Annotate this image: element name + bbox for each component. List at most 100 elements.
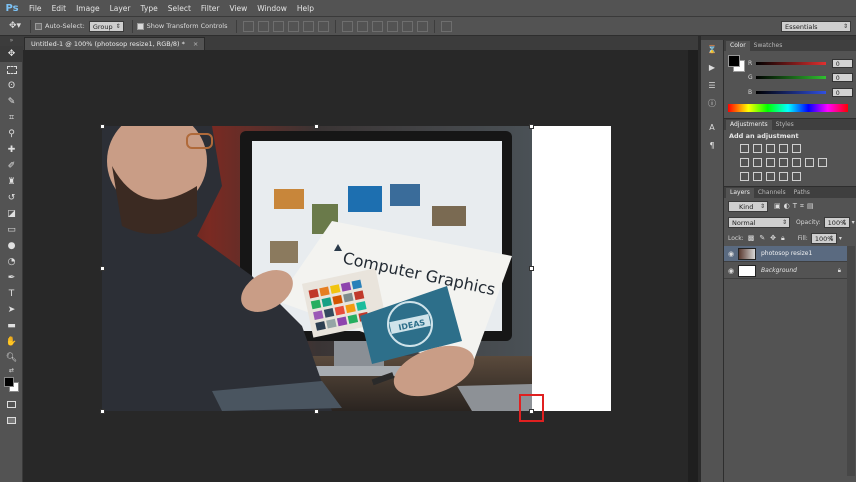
layers-scroll-track[interactable] [847, 246, 855, 476]
blue-slider[interactable] [755, 91, 826, 94]
color-balance-icon[interactable] [753, 158, 762, 167]
green-value-field[interactable]: 0 [831, 73, 853, 82]
tab-paths[interactable]: Paths [790, 188, 814, 198]
auto-select-dropdown[interactable]: Group [88, 20, 124, 32]
healing-brush-tool-icon[interactable]: ✚ [0, 142, 23, 158]
blue-value-field[interactable]: 0 [831, 88, 853, 97]
levels-icon[interactable] [753, 144, 762, 153]
distribute-top-icon[interactable] [341, 20, 353, 32]
layer-visibility-eye-icon[interactable]: ◉ [724, 250, 738, 258]
blur-tool-icon[interactable]: ● [0, 238, 23, 254]
hand-tool-icon[interactable]: ✋ [0, 334, 23, 350]
tab-styles[interactable]: Styles [772, 120, 798, 130]
vertical-scrollbar[interactable] [688, 50, 698, 482]
crop-tool-icon[interactable]: ⌗ [0, 110, 23, 126]
brightness-contrast-icon[interactable] [740, 144, 749, 153]
align-vcenter-icon[interactable] [257, 20, 269, 32]
blend-mode-dropdown[interactable]: Normal [728, 217, 790, 228]
paragraph-panel-icon[interactable]: ¶ [701, 136, 723, 154]
color-swatches[interactable] [0, 374, 23, 396]
show-transform-checkbox[interactable] [136, 22, 144, 30]
lasso-tool-icon[interactable]: ʘ [0, 78, 23, 94]
zoom-tool-icon[interactable]: 🔍︎ [0, 350, 23, 366]
opacity-dropdown-icon[interactable]: ▾ [852, 219, 855, 226]
align-top-icon[interactable] [242, 20, 254, 32]
actions-panel-icon[interactable]: ▶ [701, 58, 723, 76]
character-panel-icon[interactable]: A [701, 118, 723, 136]
menu-help[interactable]: Help [292, 0, 319, 17]
tab-adjustments[interactable]: Adjustments [726, 120, 772, 130]
eraser-tool-icon[interactable]: ◪ [0, 206, 23, 222]
fill-field[interactable]: 100% [810, 233, 837, 244]
transform-handle-tl[interactable] [100, 124, 105, 129]
align-right-icon[interactable] [317, 20, 329, 32]
transform-handle-ml[interactable] [100, 266, 105, 271]
menu-file[interactable]: File [24, 0, 47, 17]
eyedropper-tool-icon[interactable]: ⚲ [0, 126, 23, 142]
green-slider[interactable] [755, 76, 826, 79]
tab-channels[interactable]: Channels [754, 188, 790, 198]
panel-fg-color-swatch[interactable] [728, 55, 740, 67]
curves-icon[interactable] [766, 144, 775, 153]
threshold-icon[interactable] [766, 172, 775, 181]
close-tab-icon[interactable]: × [193, 38, 198, 50]
move-tool-icon[interactable]: ✥ [0, 46, 23, 62]
layer-row-photo[interactable]: ◉ photosop resize1 [724, 246, 847, 262]
canvas-white-area[interactable] [532, 126, 611, 411]
menu-layer[interactable]: Layer [105, 0, 136, 17]
menu-select[interactable]: Select [163, 0, 196, 17]
photo-filter-icon[interactable] [779, 158, 788, 167]
history-brush-tool-icon[interactable]: ↺ [0, 190, 23, 206]
mixer-grid-icon[interactable] [818, 158, 827, 167]
info-panel-icon[interactable]: ⓘ [701, 94, 723, 112]
tab-swatches[interactable]: Swatches [750, 41, 787, 51]
distribute-bottom-icon[interactable] [371, 20, 383, 32]
marquee-tool-icon[interactable] [0, 62, 23, 78]
document-tab[interactable]: Untitled-1 @ 100% (photosop resize1, RGB… [24, 37, 206, 50]
brush-tool-icon[interactable]: ✐ [0, 158, 23, 174]
move-tool-preset-icon[interactable]: ✥▾ [4, 21, 26, 31]
dodge-tool-icon[interactable]: ◔ [0, 254, 23, 270]
swap-colors-icon[interactable]: ⇄ [0, 366, 23, 374]
tab-color[interactable]: Color [726, 41, 750, 51]
path-select-tool-icon[interactable]: ➤ [0, 302, 23, 318]
align-bottom-icon[interactable] [272, 20, 284, 32]
align-left-icon[interactable] [287, 20, 299, 32]
canvas-photo[interactable]: IDEAS Computer Graphics [102, 126, 532, 411]
pen-tool-icon[interactable]: ✒ [0, 270, 23, 286]
transform-handle-bm[interactable] [314, 409, 319, 414]
tab-layers[interactable]: Layers [726, 188, 754, 198]
foreground-color-swatch[interactable] [4, 377, 14, 387]
posterize-icon[interactable] [753, 172, 762, 181]
transform-handle-tm[interactable] [314, 124, 319, 129]
color-lookup-icon[interactable] [805, 158, 814, 167]
layer-filter-dropdown[interactable]: Kind [728, 201, 768, 212]
fill-dropdown-icon[interactable]: ▾ [839, 235, 842, 242]
workspace-switcher[interactable]: Essentials [781, 21, 851, 32]
shape-tool-icon[interactable]: ▬ [0, 318, 23, 334]
black-white-icon[interactable] [766, 158, 775, 167]
auto-select-checkbox[interactable] [35, 22, 42, 30]
menu-view[interactable]: View [224, 0, 252, 17]
distribute-hcenter-icon[interactable] [401, 20, 413, 32]
vibrance-icon[interactable] [792, 144, 801, 153]
layer-row-background[interactable]: ◉ Background 🔒︎ [724, 263, 847, 279]
channel-mixer-icon[interactable] [792, 158, 801, 167]
properties-panel-icon[interactable]: ☰ [701, 76, 723, 94]
gradient-tool-icon[interactable]: ▭ [0, 222, 23, 238]
exposure-icon[interactable] [779, 144, 788, 153]
screen-mode-icon[interactable] [0, 412, 23, 428]
menu-edit[interactable]: Edit [47, 0, 72, 17]
filter-icons[interactable]: ▣◐T⌗▤ [774, 202, 817, 211]
gradient-map-icon[interactable] [779, 172, 788, 181]
hue-saturation-icon[interactable] [740, 158, 749, 167]
history-panel-icon[interactable]: ⌛ [701, 40, 723, 58]
opacity-field[interactable]: 100% [823, 217, 850, 228]
quick-select-tool-icon[interactable]: ✎ [0, 94, 23, 110]
distribute-right-icon[interactable] [416, 20, 428, 32]
distribute-vcenter-icon[interactable] [356, 20, 368, 32]
auto-align-icon[interactable] [440, 20, 452, 32]
transform-handle-bl[interactable] [100, 409, 105, 414]
red-value-field[interactable]: 0 [831, 59, 853, 68]
clone-stamp-tool-icon[interactable]: ♜ [0, 174, 23, 190]
